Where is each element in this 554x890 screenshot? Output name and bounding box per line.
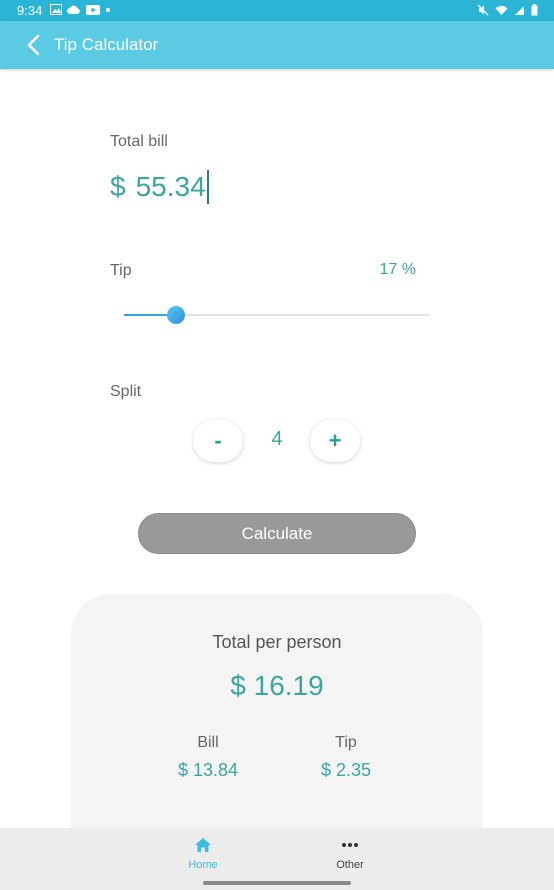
status-time: 9:34 — [17, 3, 43, 18]
tip-label: Tip — [110, 262, 132, 279]
status-right-icons — [477, 4, 538, 16]
total-per-person-label: Total per person — [212, 632, 342, 652]
tip-per-person: Tip $ 2.35 — [286, 734, 406, 781]
nav-label-other: Other — [336, 859, 364, 871]
app-bar: Tip Calculator — [0, 21, 554, 69]
page-title: Tip Calculator — [54, 35, 159, 54]
result-card: Total per person $ 16.19 Bill $ 13.84 Ti… — [71, 594, 483, 834]
bill-value: 55.34 — [135, 171, 206, 202]
home-icon — [195, 838, 211, 852]
split-decrement-button[interactable]: - — [193, 420, 243, 462]
bill-per-person: Bill $ 13.84 — [148, 734, 268, 781]
tip-percent-value: 17 % — [379, 261, 416, 278]
total-bill-input[interactable]: $ 55.34 — [110, 170, 209, 204]
youtube-icon — [86, 4, 100, 15]
tip-slider[interactable] — [124, 304, 430, 326]
bill-per-person-value: $ 13.84 — [177, 760, 239, 780]
text-caret — [206, 170, 209, 204]
nav-item-other[interactable]: Other — [310, 836, 390, 871]
more-icon — [342, 843, 358, 847]
slider-thumb[interactable] — [167, 306, 186, 324]
image-icon — [50, 4, 62, 15]
tip-per-person-label: Tip — [335, 734, 357, 751]
total-bill-label: Total bill — [110, 133, 168, 150]
tip-per-person-value: $ 2.35 — [320, 760, 372, 780]
currency-symbol: $ — [110, 171, 126, 202]
status-left-icons — [50, 4, 111, 15]
cloud-icon — [67, 5, 80, 14]
chevron-left-icon[interactable] — [24, 33, 44, 57]
status-bar: 9:34 — [0, 0, 554, 21]
total-per-person-value: $ 16.19 — [230, 670, 324, 701]
home-indicator — [203, 881, 351, 885]
dot-icon — [106, 7, 110, 12]
calculate-button[interactable]: Calculate — [138, 513, 416, 554]
split-value: 4 — [271, 428, 283, 450]
bill-per-person-label: Bill — [197, 734, 219, 751]
wifi-icon — [495, 5, 508, 15]
nav-label-home: Home — [188, 859, 218, 871]
nav-item-home[interactable]: Home — [163, 836, 243, 871]
split-label: Split — [110, 383, 142, 400]
signal-icon — [515, 5, 524, 15]
battery-icon — [531, 4, 538, 16]
split-increment-button[interactable]: + — [310, 420, 360, 462]
mute-icon — [477, 4, 489, 16]
